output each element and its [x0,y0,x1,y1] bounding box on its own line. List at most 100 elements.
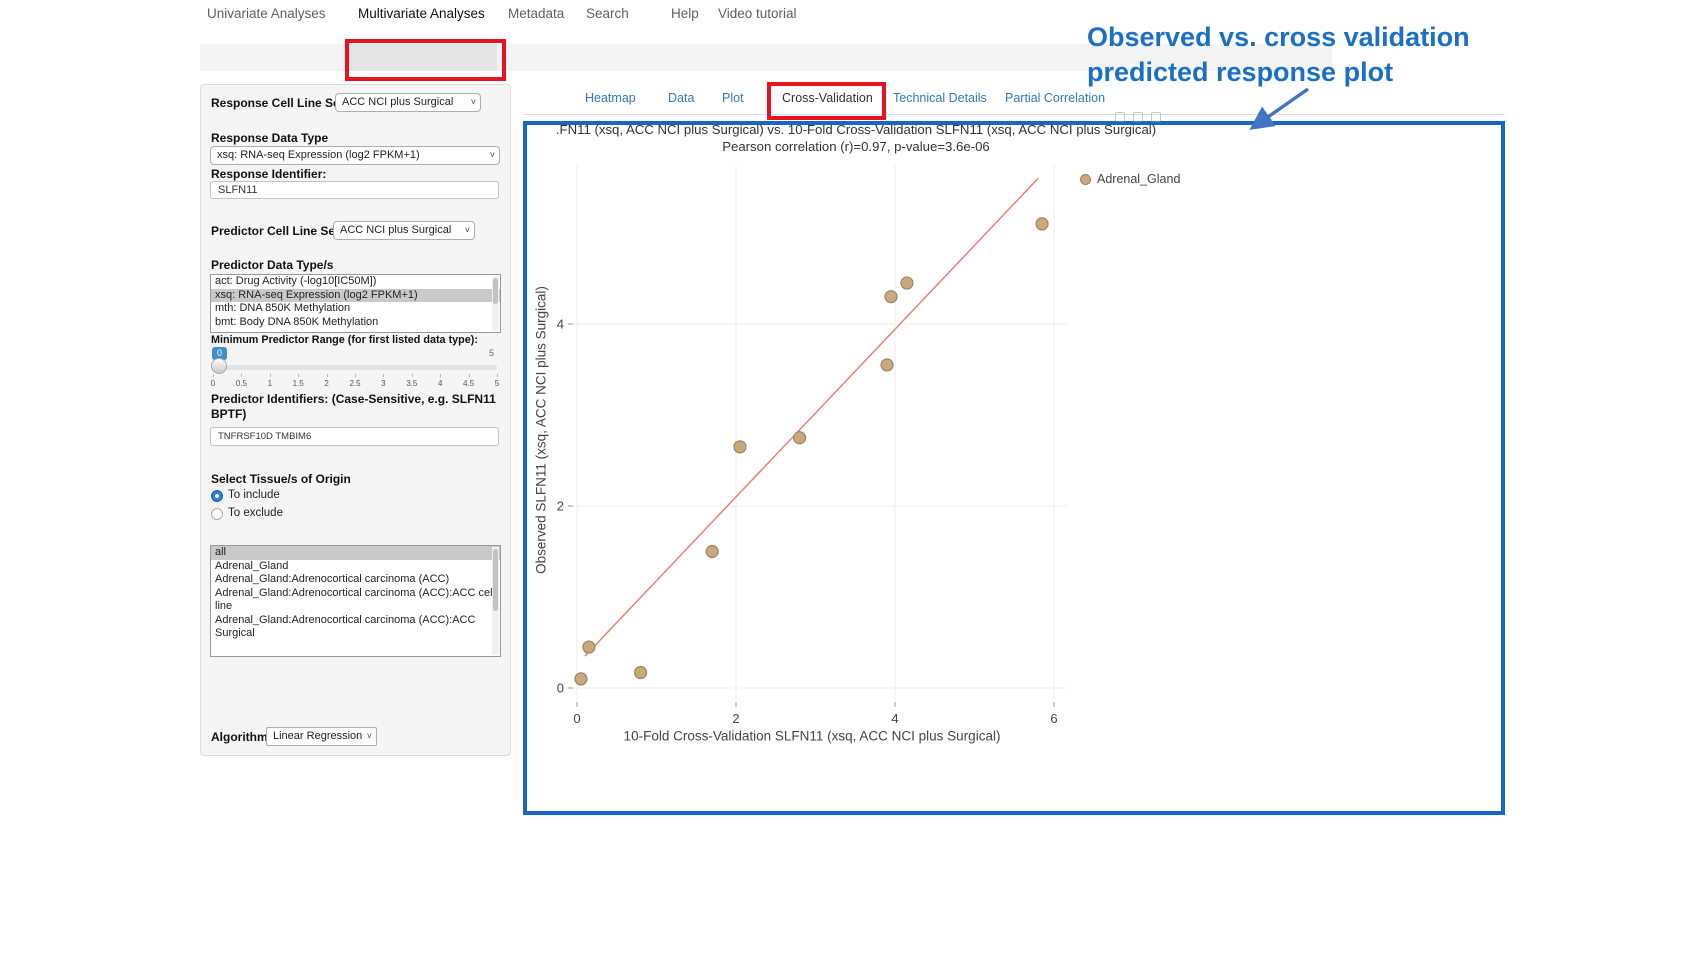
radio-to-include-label[interactable]: To include [228,489,280,501]
slider-tick [440,374,441,377]
trend-line [585,178,1038,656]
predictor-cell-line-set-label: Predictor Cell Line Set [211,224,339,238]
chevron-down-icon: ˅ [367,728,372,745]
list-item[interactable]: xsq: RNA-seq Expression (log2 FPKM+1) [211,289,500,303]
data-point[interactable] [881,359,893,371]
slider-tick-label: 1 [268,379,272,388]
slider-tick [213,374,214,377]
modebar-pan-icon[interactable] [1151,112,1161,122]
slider-tick-label: 2.5 [349,379,360,388]
tab-heatmap[interactable]: Heatmap [585,91,636,105]
slider-handle[interactable] [211,358,227,374]
slider-tick [298,374,299,377]
data-point[interactable] [734,441,746,453]
nav-video-tutorial[interactable]: Video tutorial [718,6,797,21]
tissue-origin-listbox: all Adrenal_Gland Adrenal_Gland:Adrenoco… [210,545,501,657]
scrollbar-thumb[interactable] [493,549,498,611]
slider-tick [469,374,470,377]
min-predictor-range-slider[interactable] [213,365,497,370]
data-point[interactable] [583,641,595,653]
nav-univariate-analyses[interactable]: Univariate Analyses [207,6,326,21]
x-tick-label: 6 [1050,711,1057,726]
list-item[interactable]: act: Drug Activity (-log10[IC50M]) [211,275,500,289]
slider-tick-label: 2 [324,379,328,388]
tab-partial-correlation[interactable]: Partial Correlation [1005,91,1105,105]
nav-help[interactable]: Help [671,6,699,21]
algorithm-select[interactable]: Linear Regression ˅ [266,727,377,746]
legend-marker-icon [1080,174,1091,185]
nav-metadata[interactable]: Metadata [508,6,564,21]
tissue-origin-label: Select Tissue/s of Origin [211,472,351,486]
response-data-type-label: Response Data Type [211,131,328,145]
tab-cross-validation[interactable]: Cross-Validation [782,91,873,105]
min-predictor-range-label: Minimum Predictor Range (for first liste… [211,334,478,346]
x-axis-label: 10-Fold Cross-Validation SLFN11 (xsq, AC… [624,729,1001,744]
response-data-type-select[interactable]: xsq: RNA-seq Expression (log2 FPKM+1) ˅ [210,146,500,165]
x-tick-label: 0 [573,711,580,726]
chevron-down-icon: ˅ [465,222,470,239]
y-tick-label: 2 [557,499,564,514]
modebar-zoom-icon[interactable] [1133,112,1143,122]
plot-title: .FN11 (xsq, ACC NCI plus Surgical) vs. 1… [531,122,1181,137]
nav-multivariate-analyses[interactable]: Multivariate Analyses [358,6,485,21]
response-cell-line-set-label: Response Cell Line Set [211,96,344,110]
plot-subtitle: Pearson correlation (r)=0.97, p-value=3.… [531,139,1181,154]
data-point[interactable] [1036,218,1048,230]
modebar-camera-icon[interactable] [1115,112,1125,122]
chevron-down-icon: ˅ [490,147,495,164]
scrollbar[interactable] [492,547,499,655]
response-identifier-input[interactable] [210,181,499,199]
radio-to-exclude[interactable] [211,508,223,520]
list-item[interactable]: bmt: Body DNA 850K Methylation [211,316,500,330]
tab-technical-details[interactable]: Technical Details [893,91,987,105]
slider-tick [327,374,328,377]
nav-search[interactable]: Search [586,6,629,21]
slider-tick-label: 5 [495,379,499,388]
list-item[interactable]: all [211,546,500,560]
legend-label: Adrenal_Gland [1097,172,1180,186]
list-item[interactable]: Adrenal_Gland:Adrenocortical carcinoma (… [211,587,500,614]
list-item[interactable]: Adrenal_Gland [211,560,500,574]
radio-to-include[interactable] [211,490,223,502]
tab-data[interactable]: Data [668,91,694,105]
algorithm-label: Algorithm [211,730,268,744]
response-cell-line-set-select[interactable]: ACC NCI plus Surgical ˅ [335,93,481,112]
slider-tick [412,374,413,377]
predictor-data-types-label: Predictor Data Type/s [211,258,333,272]
y-tick-label: 4 [557,317,564,332]
predictor-identifiers-label: Predictor Identifiers: (Case-Sensitive, … [211,392,504,422]
list-item[interactable]: Adrenal_Gland:Adrenocortical carcinoma (… [211,614,500,641]
tab-plot[interactable]: Plot [722,91,744,105]
y-tick-label: 0 [557,681,564,696]
slider-tick [383,374,384,377]
annotation-text: Observed vs. cross validation predicted … [1087,20,1470,90]
data-point[interactable] [885,291,897,303]
response-identifier-label: Response Identifier: [211,167,326,181]
slider-tick-label: 0 [211,379,215,388]
scrollbar[interactable] [492,276,499,331]
data-point[interactable] [706,546,718,558]
app-screen: Univariate Analyses Multivariate Analyse… [0,0,1700,956]
legend-item-adrenal-gland[interactable]: Adrenal_Gland [1080,172,1180,186]
list-item[interactable]: Adrenal_Gland:Adrenocortical carcinoma (… [211,573,500,587]
data-point[interactable] [575,673,587,685]
slider-tick [355,374,356,377]
radio-to-exclude-label[interactable]: To exclude [228,507,283,519]
slider-max-label: 5 [489,348,494,358]
slider-tick-label: 3 [381,379,385,388]
predictor-identifiers-input[interactable] [210,427,499,446]
slider-tick-label: 3.5 [406,379,417,388]
slider-tick [497,374,498,377]
scrollbar-thumb[interactable] [493,278,498,304]
predictor-data-types-listbox: act: Drug Activity (-log10[IC50M]) xsq: … [210,274,501,333]
slider-tick-label: 0.5 [236,379,247,388]
x-tick-label: 2 [732,711,739,726]
slider-tick-label: 1.5 [293,379,304,388]
predictor-cell-line-set-select[interactable]: ACC NCI plus Surgical ˅ [333,221,475,240]
list-item[interactable]: mth: DNA 850K Methylation [211,302,500,316]
data-point[interactable] [635,667,647,679]
data-point[interactable] [901,277,913,289]
data-point[interactable] [794,432,806,444]
plot-modebar [1115,112,1161,122]
nav-active-background [349,44,497,71]
